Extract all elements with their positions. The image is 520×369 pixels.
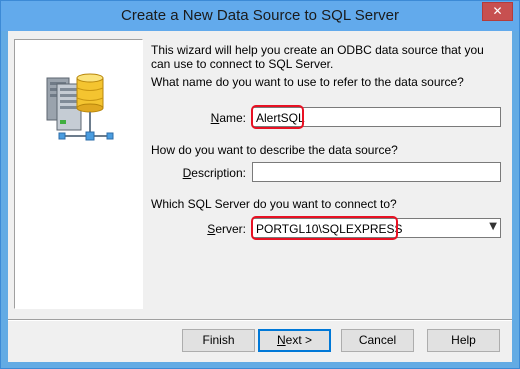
- window-title: Create a New Data Source to SQL Server: [121, 7, 399, 24]
- finish-button[interactable]: Finish: [182, 329, 255, 352]
- cancel-button[interactable]: Cancel: [341, 329, 414, 352]
- description-input[interactable]: [252, 162, 501, 182]
- server-highlight-box: [251, 216, 398, 240]
- name-label-hotkey: N: [210, 111, 220, 125]
- wizard-intro-text: This wizard will help you create an ODBC…: [151, 43, 484, 71]
- help-button[interactable]: Help: [427, 329, 500, 352]
- next-button-rest: ext >: [285, 333, 313, 347]
- description-question: How do you want to describe the data sou…: [151, 143, 398, 157]
- server-database-icon: [46, 73, 114, 141]
- name-question: What name do you want to use to refer to…: [151, 75, 464, 89]
- server-label-rest: erver:: [215, 222, 246, 236]
- name-label: Name:: [158, 111, 246, 125]
- dialog-body: This wizard will help you create an ODBC…: [8, 31, 512, 362]
- next-button-hotkey: N: [276, 333, 286, 347]
- server-question: Which SQL Server do you want to connect …: [151, 197, 397, 211]
- button-separator: [8, 319, 512, 321]
- name-highlight-box: [251, 105, 304, 129]
- description-label: Description:: [158, 166, 246, 180]
- server-label: Server:: [158, 222, 246, 236]
- title-bar[interactable]: Create a New Data Source to SQL Server ✕: [1, 1, 519, 31]
- wizard-image-panel: [14, 39, 143, 309]
- next-button[interactable]: Next >: [258, 329, 331, 352]
- description-label-hotkey: D: [182, 166, 192, 180]
- close-icon: ✕: [492, 4, 503, 18]
- close-button[interactable]: ✕: [482, 2, 513, 21]
- chevron-down-icon[interactable]: ▼: [489, 221, 497, 232]
- dialog-window: Create a New Data Source to SQL Server ✕: [0, 0, 520, 369]
- name-label-rest: ame:: [219, 111, 246, 125]
- description-label-rest: escription:: [191, 166, 246, 180]
